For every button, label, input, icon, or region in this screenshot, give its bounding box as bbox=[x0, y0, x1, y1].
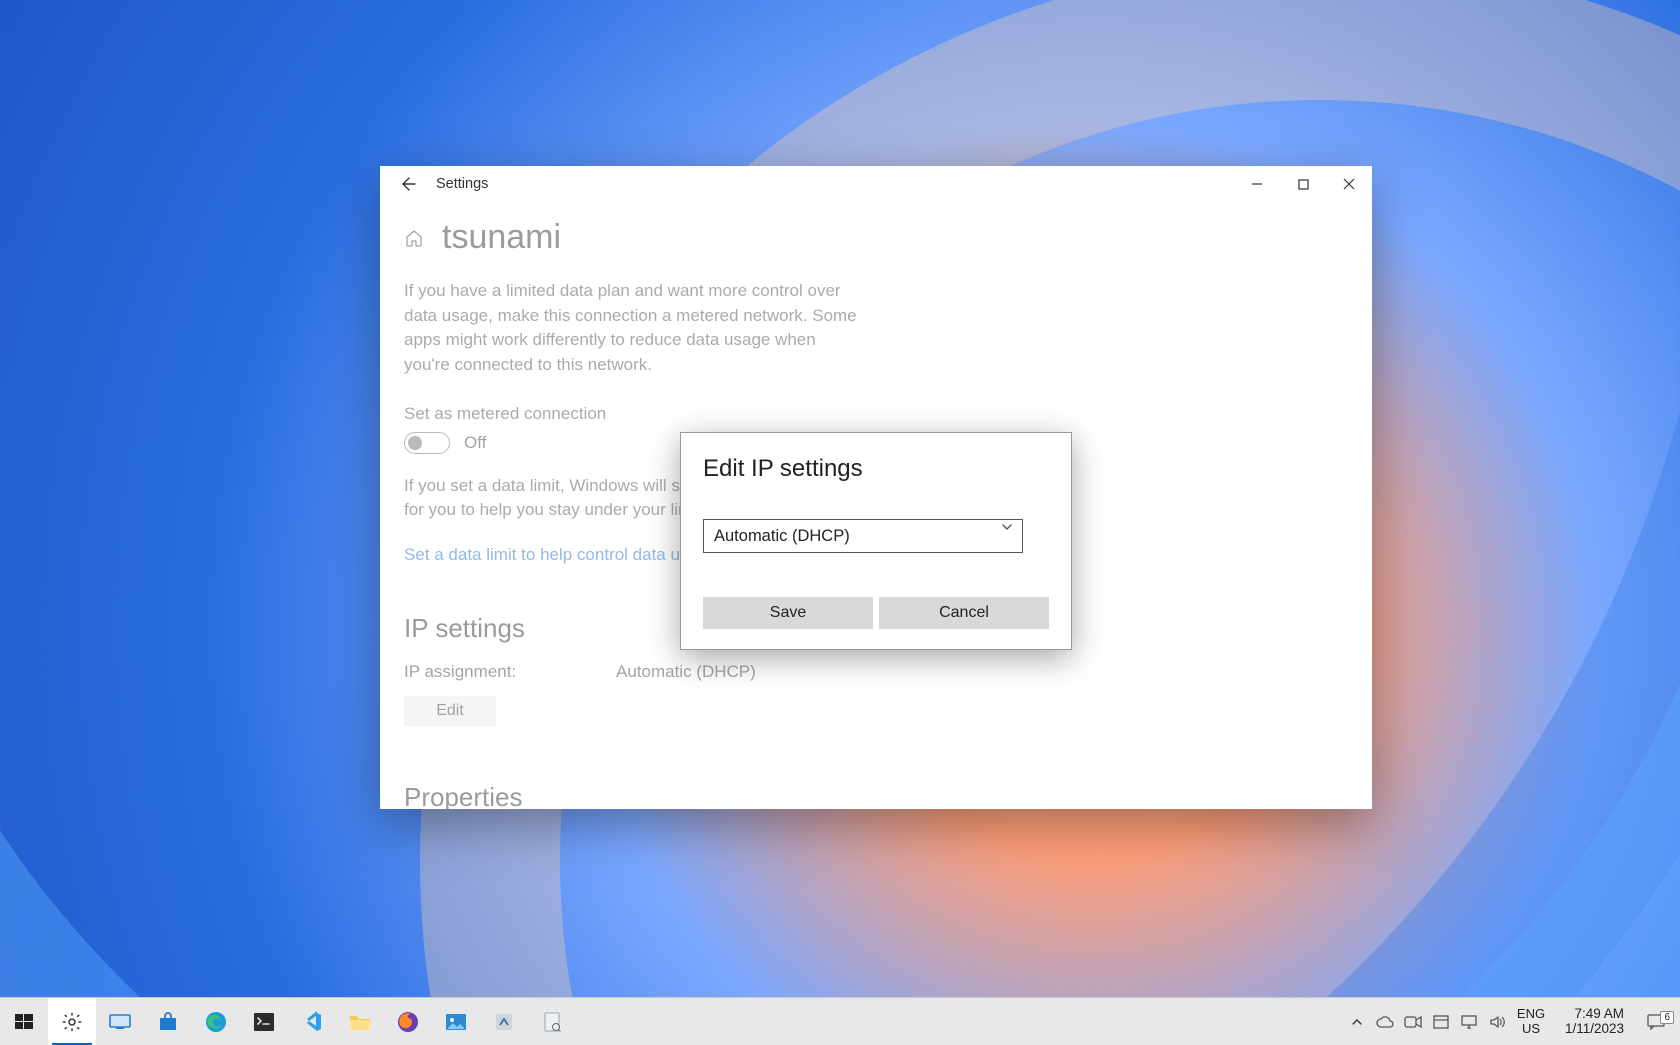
windows-icon bbox=[11, 1009, 37, 1035]
lang-bot: US bbox=[1512, 1022, 1550, 1036]
gear-icon bbox=[59, 1009, 85, 1035]
maximize-icon bbox=[1298, 179, 1309, 190]
lang-top: ENG bbox=[1512, 1007, 1550, 1021]
tray-clock[interactable]: 7:49 AM 1/11/2023 bbox=[1552, 1007, 1632, 1037]
cancel-button[interactable]: Cancel bbox=[879, 597, 1049, 629]
taskbar-app-store[interactable] bbox=[144, 998, 192, 1045]
document-icon bbox=[539, 1009, 565, 1035]
tool-icon bbox=[491, 1009, 517, 1035]
start-button[interactable] bbox=[0, 998, 48, 1045]
taskbar-app-settings[interactable] bbox=[48, 998, 96, 1045]
taskbar-app-vscode[interactable] bbox=[288, 998, 336, 1045]
clock-time: 7:49 AM bbox=[1552, 1007, 1624, 1022]
cloud-icon bbox=[1376, 1016, 1394, 1028]
video-icon bbox=[1404, 1015, 1422, 1029]
system-tray: ENG US 7:49 AM 1/11/2023 6 bbox=[1342, 998, 1680, 1045]
folder-icon bbox=[347, 1009, 373, 1035]
store-icon bbox=[155, 1009, 181, 1035]
tray-meet-now[interactable] bbox=[1400, 998, 1426, 1045]
terminal-icon bbox=[251, 1009, 277, 1035]
taskview-icon bbox=[107, 1009, 133, 1035]
window-title: Settings bbox=[436, 176, 488, 192]
dialog-title: Edit IP settings bbox=[703, 455, 1049, 483]
speaker-icon bbox=[1489, 1015, 1505, 1029]
edit-ip-dialog: Edit IP settings Automatic (DHCP) Save C… bbox=[680, 432, 1072, 650]
taskbar-app-generic-1[interactable] bbox=[480, 998, 528, 1045]
chevron-up-icon bbox=[1351, 1016, 1363, 1028]
tray-volume[interactable] bbox=[1484, 998, 1510, 1045]
save-button[interactable]: Save bbox=[703, 597, 873, 629]
tray-language[interactable]: ENG US bbox=[1512, 1007, 1550, 1036]
clock-date: 1/11/2023 bbox=[1552, 1022, 1624, 1037]
minimize-icon bbox=[1251, 178, 1263, 190]
tray-action-center[interactable]: 6 bbox=[1634, 1014, 1678, 1030]
taskbar: ENG US 7:49 AM 1/11/2023 6 bbox=[0, 997, 1680, 1045]
box-icon bbox=[1433, 1015, 1449, 1029]
photos-icon bbox=[443, 1009, 469, 1035]
edge-icon bbox=[203, 1009, 229, 1035]
titlebar: Settings bbox=[380, 166, 1372, 202]
firefox-icon bbox=[395, 1009, 421, 1035]
back-button[interactable] bbox=[392, 176, 426, 192]
taskbar-app-firefox[interactable] bbox=[384, 998, 432, 1045]
taskbar-app-edge[interactable] bbox=[192, 998, 240, 1045]
tray-overflow[interactable] bbox=[1344, 998, 1370, 1045]
taskbar-app-generic-2[interactable] bbox=[528, 998, 576, 1045]
monitor-icon bbox=[1461, 1015, 1477, 1029]
ip-mode-select[interactable]: Automatic (DHCP) bbox=[703, 519, 1023, 553]
maximize-button[interactable] bbox=[1280, 166, 1326, 202]
close-icon bbox=[1343, 178, 1355, 190]
settings-window: Settings tsunami If you have a limited d… bbox=[380, 166, 1372, 809]
taskbar-app-terminal[interactable] bbox=[240, 998, 288, 1045]
vscode-icon bbox=[299, 1009, 325, 1035]
tray-vm-tools[interactable] bbox=[1428, 998, 1454, 1045]
tray-network[interactable] bbox=[1456, 998, 1482, 1045]
tray-onedrive[interactable] bbox=[1372, 998, 1398, 1045]
taskbar-app-taskview[interactable] bbox=[96, 998, 144, 1045]
arrow-left-icon bbox=[401, 176, 417, 192]
notification-badge: 6 bbox=[1660, 1011, 1674, 1024]
taskbar-app-explorer[interactable] bbox=[336, 998, 384, 1045]
minimize-button[interactable] bbox=[1234, 166, 1280, 202]
window-content: tsunami If you have a limited data plan … bbox=[380, 202, 1372, 809]
close-button[interactable] bbox=[1326, 166, 1372, 202]
taskbar-app-photos[interactable] bbox=[432, 998, 480, 1045]
